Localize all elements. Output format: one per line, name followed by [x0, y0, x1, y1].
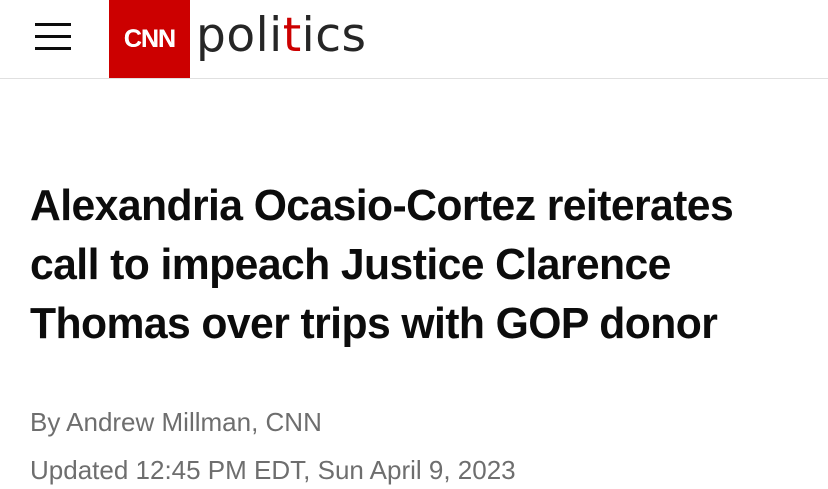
section-name-accent: t	[282, 8, 302, 63]
section-name-politics[interactable]: politics	[196, 6, 367, 66]
menu-bar-bottom	[35, 47, 71, 50]
article-timestamp: Updated 12:45 PM EDT, Sun April 9, 2023	[30, 455, 516, 485]
article-byline: By Andrew Millman, CNN	[30, 404, 322, 440]
hamburger-menu-icon[interactable]	[35, 20, 71, 52]
section-name-part2: ics	[301, 8, 367, 63]
section-name-part1: poli	[196, 8, 283, 63]
author-link[interactable]: Andrew Millman, CNN	[66, 407, 322, 437]
cnn-logo[interactable]: CNN	[109, 0, 190, 78]
menu-bar-middle	[35, 35, 71, 38]
cnn-logo-text: CNN	[123, 24, 176, 53]
byline-prefix: By	[30, 407, 67, 437]
site-header: CNN politics	[0, 0, 828, 79]
menu-bar-top	[35, 23, 71, 26]
article-headline: Alexandria Ocasio-Cortez reiterates call…	[30, 181, 734, 348]
